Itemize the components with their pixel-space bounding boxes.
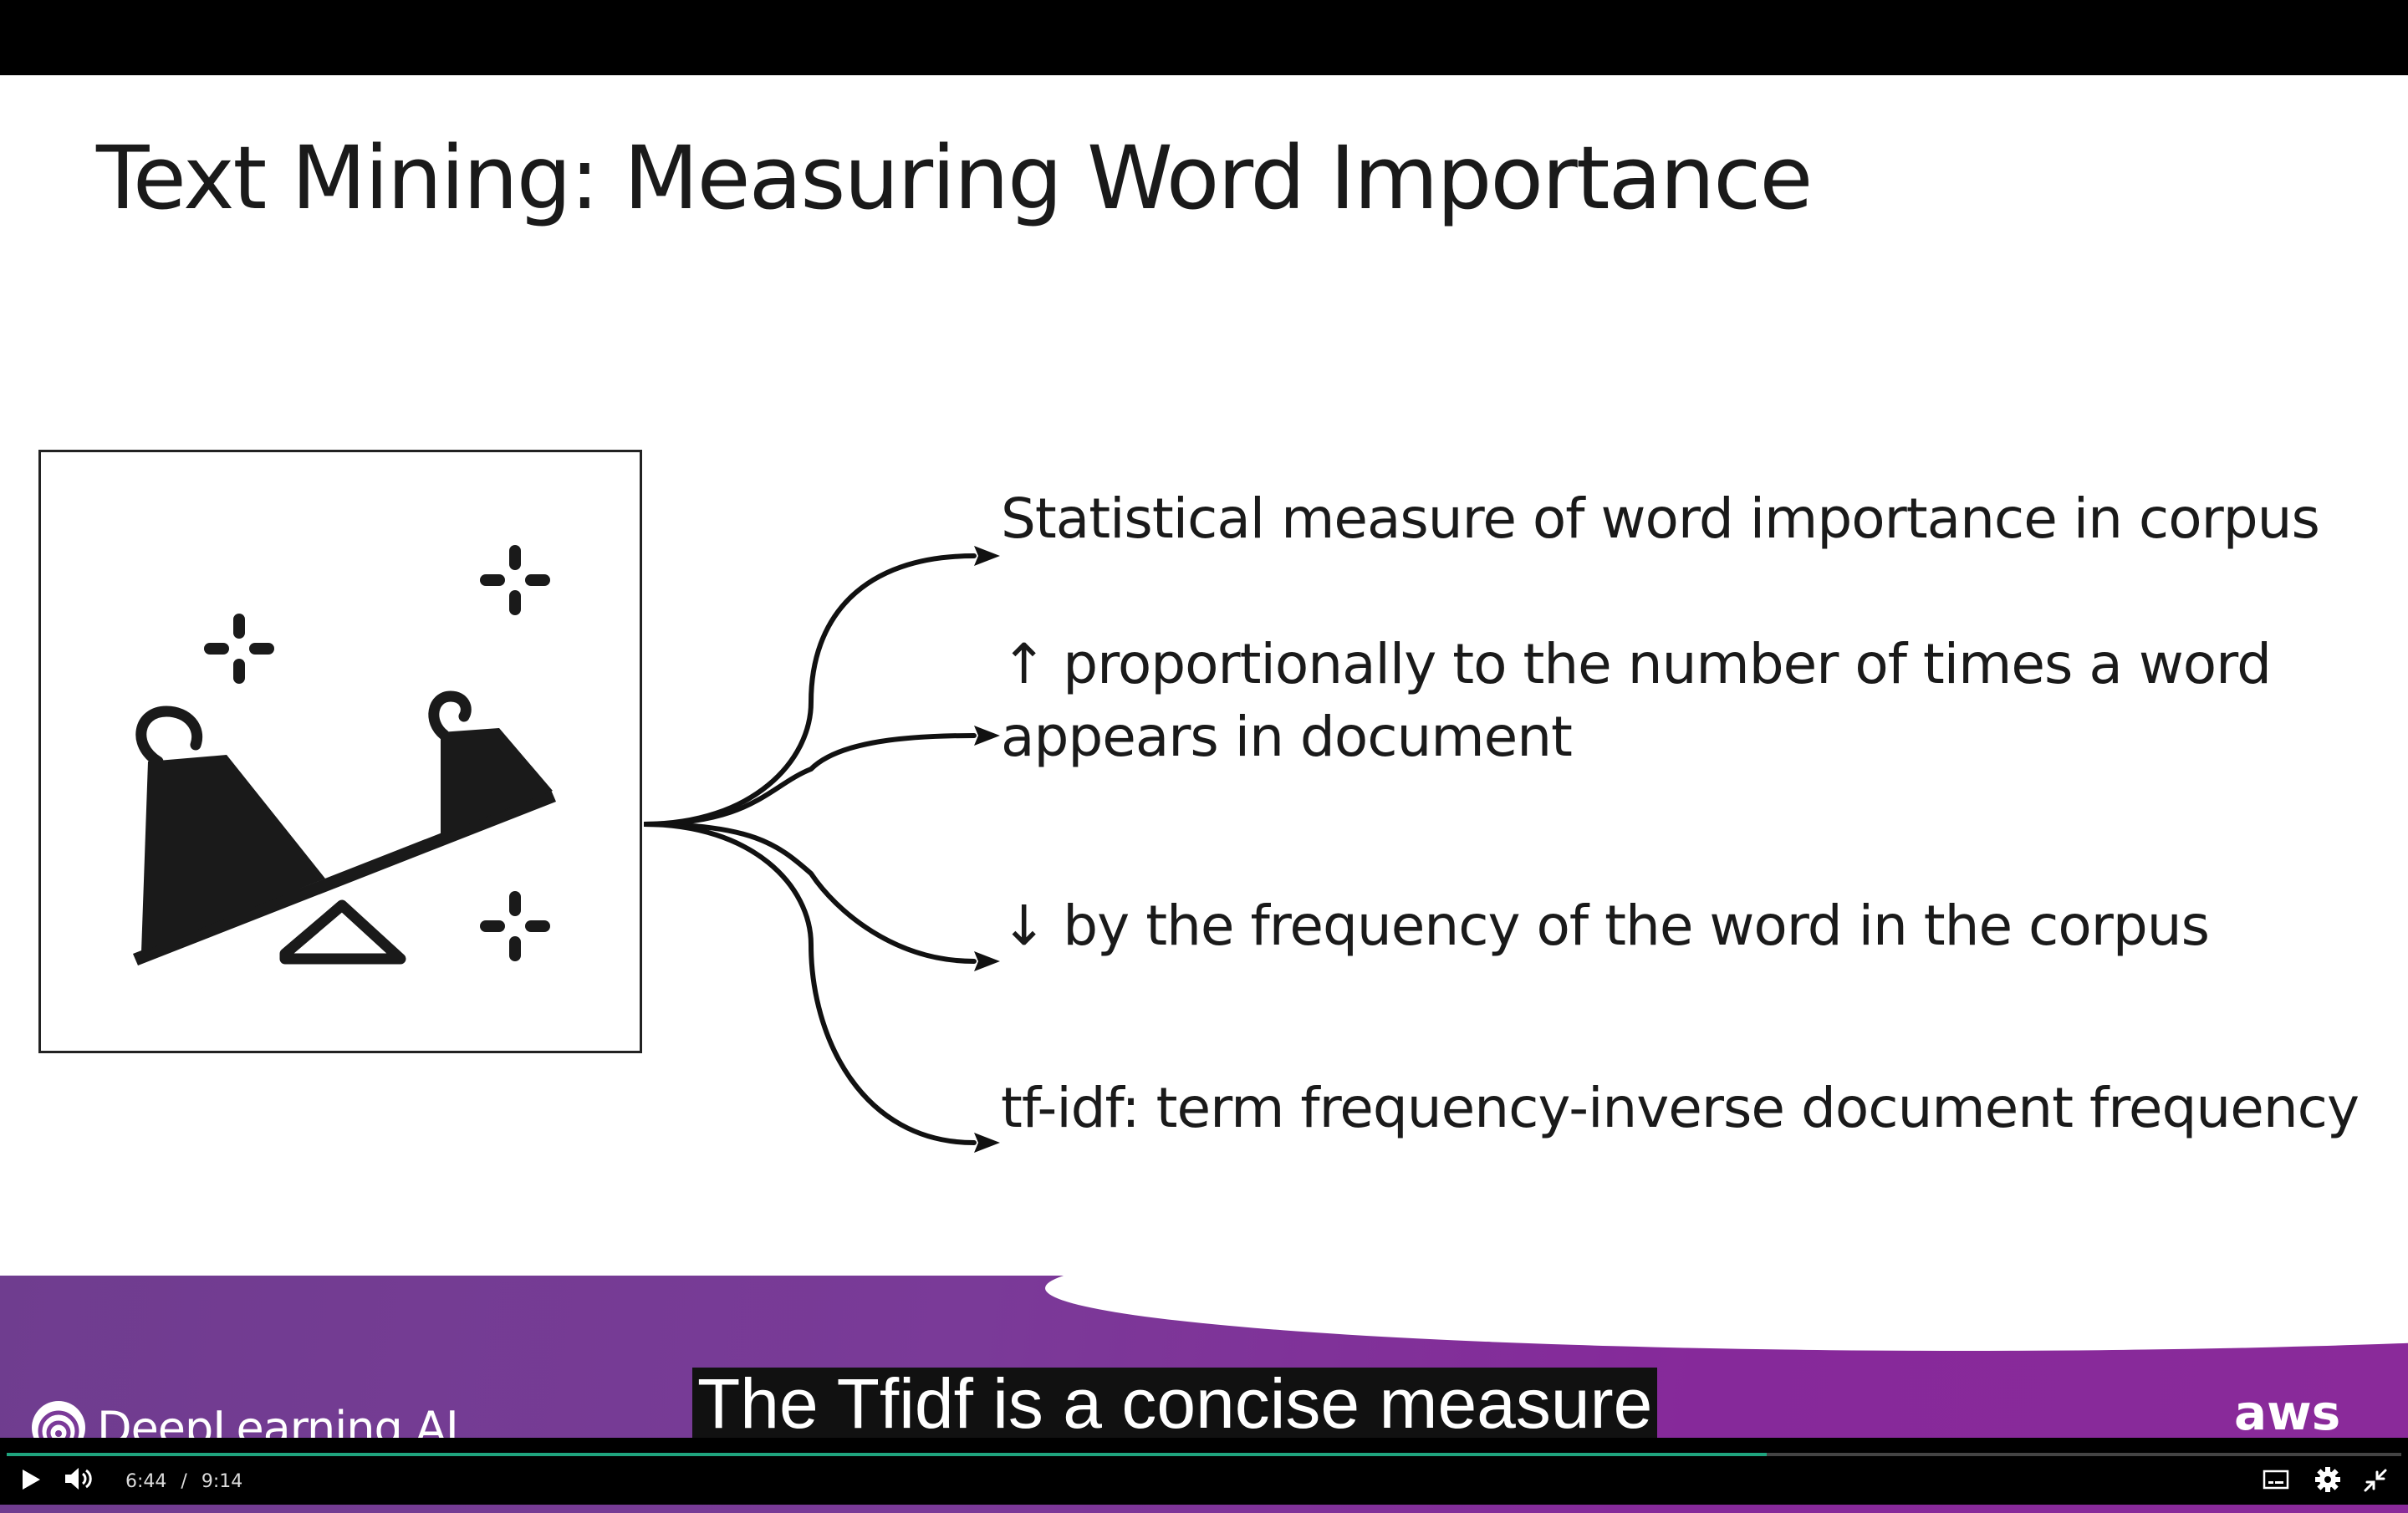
- play-icon[interactable]: [20, 1468, 42, 1491]
- slide-title: Text Mining: Measuring Word Importance: [96, 127, 1813, 229]
- volume-icon[interactable]: [64, 1466, 94, 1491]
- footer-wave: [1045, 1276, 2408, 1351]
- bullet-statistical-measure: Statistical measure of word importance i…: [1001, 487, 2320, 551]
- settings-gear-icon[interactable]: [2314, 1466, 2341, 1493]
- scale-illustration: [38, 450, 642, 1053]
- subtitle-caption: The Tfidf is a concise measure: [692, 1368, 1658, 1439]
- current-time: 6:44: [125, 1471, 167, 1492]
- exit-fullscreen-icon[interactable]: [2363, 1468, 2388, 1493]
- branching-arrows: [644, 546, 1000, 1153]
- time-separator: /: [181, 1471, 187, 1492]
- sparkle-icon-left: [204, 614, 274, 684]
- time-display: 6:44 / 9:14: [125, 1471, 242, 1492]
- progress-bar[interactable]: [7, 1453, 2401, 1456]
- bullet-increases-line1: ↑ proportionally to the number of times …: [1001, 632, 2272, 696]
- bullet-tfidf: tf-idf: term frequency-inverse document …: [1001, 1076, 2360, 1140]
- aws-logo-text: aws: [2234, 1384, 2341, 1441]
- sparkle-icon-top-right: [480, 545, 550, 615]
- video-controls: 6:44 / 9:14: [0, 1438, 2408, 1505]
- balance-scale-icon: [133, 545, 556, 965]
- slide: Text Mining: Measuring Word Importance S…: [0, 75, 2408, 1513]
- duration: 9:14: [201, 1471, 243, 1492]
- sparkle-icon-bottom-right: [480, 891, 550, 961]
- bullet-decreases: ↓ by the frequency of the word in the co…: [1001, 894, 2210, 958]
- captions-icon[interactable]: [2263, 1470, 2289, 1490]
- progress-bar-fill: [7, 1453, 1768, 1456]
- bullet-increases-line2: appears in document: [1001, 705, 1573, 769]
